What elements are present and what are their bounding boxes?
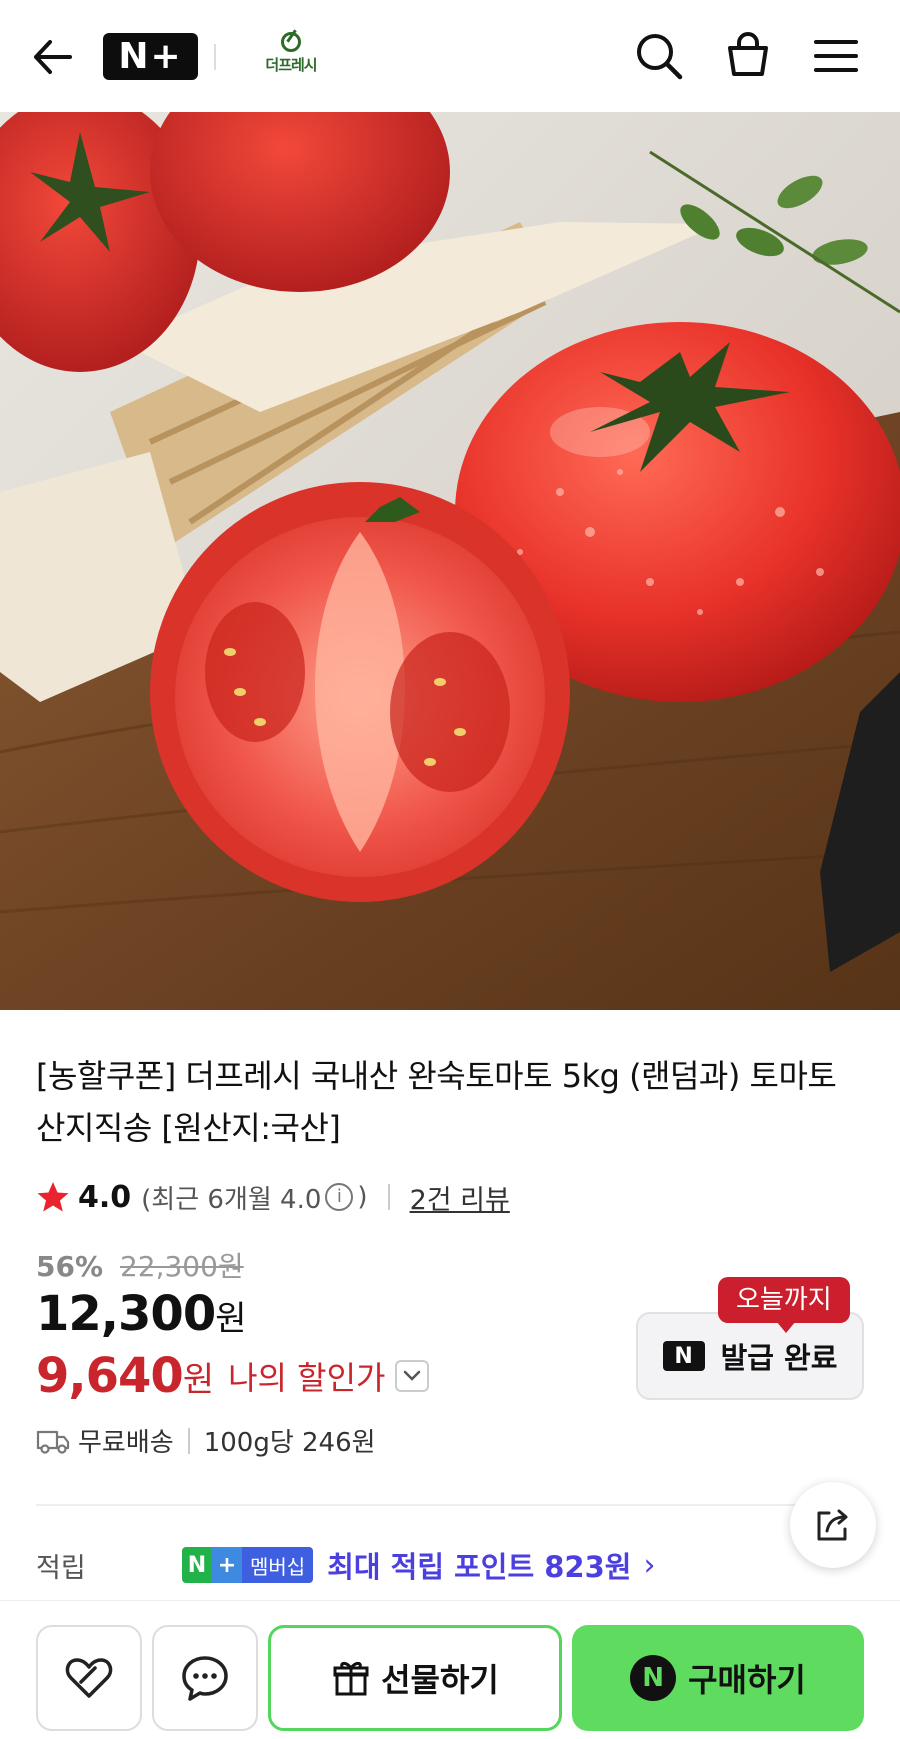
star-icon: [37, 1182, 69, 1212]
info-icon[interactable]: i: [325, 1183, 354, 1211]
arrow-left-icon: [34, 40, 72, 74]
tomato-photo: [0, 112, 900, 1010]
gift-icon: [333, 1661, 369, 1696]
naver-pay-icon: N: [630, 1655, 677, 1701]
sale-price: 12,300원: [36, 1286, 247, 1342]
rating-divider: [387, 1184, 390, 1210]
brand-mark-icon: [281, 32, 301, 52]
original-price: 22,300원: [119, 1250, 244, 1283]
my-price-dropdown[interactable]: [395, 1360, 430, 1392]
points-label: 적립: [36, 1552, 86, 1584]
unit-price: 100g당 246원: [203, 1428, 376, 1458]
top-header: N+ 더프레시: [0, 0, 900, 112]
truck-icon: [36, 1430, 70, 1454]
rating-row: 4.0 (최근 6개월 4.0 i ) 2건 리뷰: [36, 1175, 510, 1219]
coupon-label: 발급 완료: [720, 1341, 838, 1375]
my-price-unit: 원: [182, 1359, 215, 1400]
discount-row: 56% 22,300원: [36, 1245, 244, 1285]
review-count-link[interactable]: 2건 리뷰: [410, 1178, 510, 1217]
product-title: [농할쿠폰] 더프레시 국내산 완숙토마토 5kg (랜덤과) 토마토 산지직송…: [36, 1057, 837, 1147]
sale-price-unit: 원: [215, 1299, 247, 1339]
my-price-label: 나의 할인가: [228, 1359, 386, 1397]
shopping-bag-icon: [728, 32, 768, 76]
coupon-deadline-badge: 오늘까지: [718, 1277, 850, 1333]
section-divider: [36, 1504, 864, 1506]
buy-label: 구매하기: [688, 1661, 806, 1699]
discount-percent: 56%: [36, 1250, 104, 1283]
sale-price-value: 12,300: [36, 1286, 216, 1342]
brand-logo[interactable]: 더프레시: [258, 32, 324, 82]
chevron-down-icon: [404, 1370, 421, 1381]
product-image[interactable]: [0, 112, 900, 1010]
chevron-right-icon: ›: [643, 1547, 656, 1583]
buy-button[interactable]: N 구매하기: [572, 1625, 864, 1731]
bottom-action-bar: 선물하기 N 구매하기: [0, 1600, 900, 1739]
gift-button[interactable]: 선물하기: [268, 1625, 562, 1731]
heart-icon: [65, 1658, 113, 1698]
delivery-label: 무료배송: [78, 1428, 174, 1458]
gift-label: 선물하기: [381, 1661, 499, 1699]
rating-recent: (최근 6개월 4.0: [141, 1184, 322, 1215]
points-row[interactable]: 적립 N + 멤버십 최대 적립 포인트 823원 ›: [36, 1540, 856, 1590]
delivery-info: 무료배송 100g당 246원: [36, 1422, 376, 1459]
cart-button[interactable]: [722, 28, 774, 80]
membership-badge-text: 멤버십: [242, 1547, 314, 1583]
my-price-row: 9,640 원 나의 할인가: [36, 1348, 430, 1404]
back-button[interactable]: [30, 34, 76, 80]
brand-name: 더프레시: [265, 56, 317, 74]
search-icon: [637, 34, 683, 80]
delivery-divider: [187, 1427, 190, 1454]
menu-button[interactable]: [812, 34, 860, 78]
rating-value: 4.0: [78, 1179, 132, 1215]
chat-bubble-icon: [182, 1656, 228, 1701]
search-button[interactable]: [633, 30, 685, 82]
rating-recent-close: ): [357, 1182, 368, 1212]
chat-button[interactable]: [152, 1625, 258, 1731]
hamburger-menu-icon: [814, 40, 858, 72]
header-divider: [214, 44, 216, 70]
wishlist-button[interactable]: [36, 1625, 142, 1731]
naver-coupon-icon: N: [662, 1341, 705, 1371]
membership-badge-plus: +: [212, 1547, 242, 1583]
membership-badge: N + 멤버십: [182, 1547, 314, 1583]
coupon-issued-button[interactable]: N 발급 완료: [636, 1312, 864, 1400]
membership-badge-n: N: [182, 1547, 212, 1583]
naver-plus-logo[interactable]: N+: [103, 33, 198, 80]
max-points-text: 최대 적립 포인트 823원: [327, 1550, 632, 1584]
my-price-value: 9,640: [36, 1348, 184, 1404]
